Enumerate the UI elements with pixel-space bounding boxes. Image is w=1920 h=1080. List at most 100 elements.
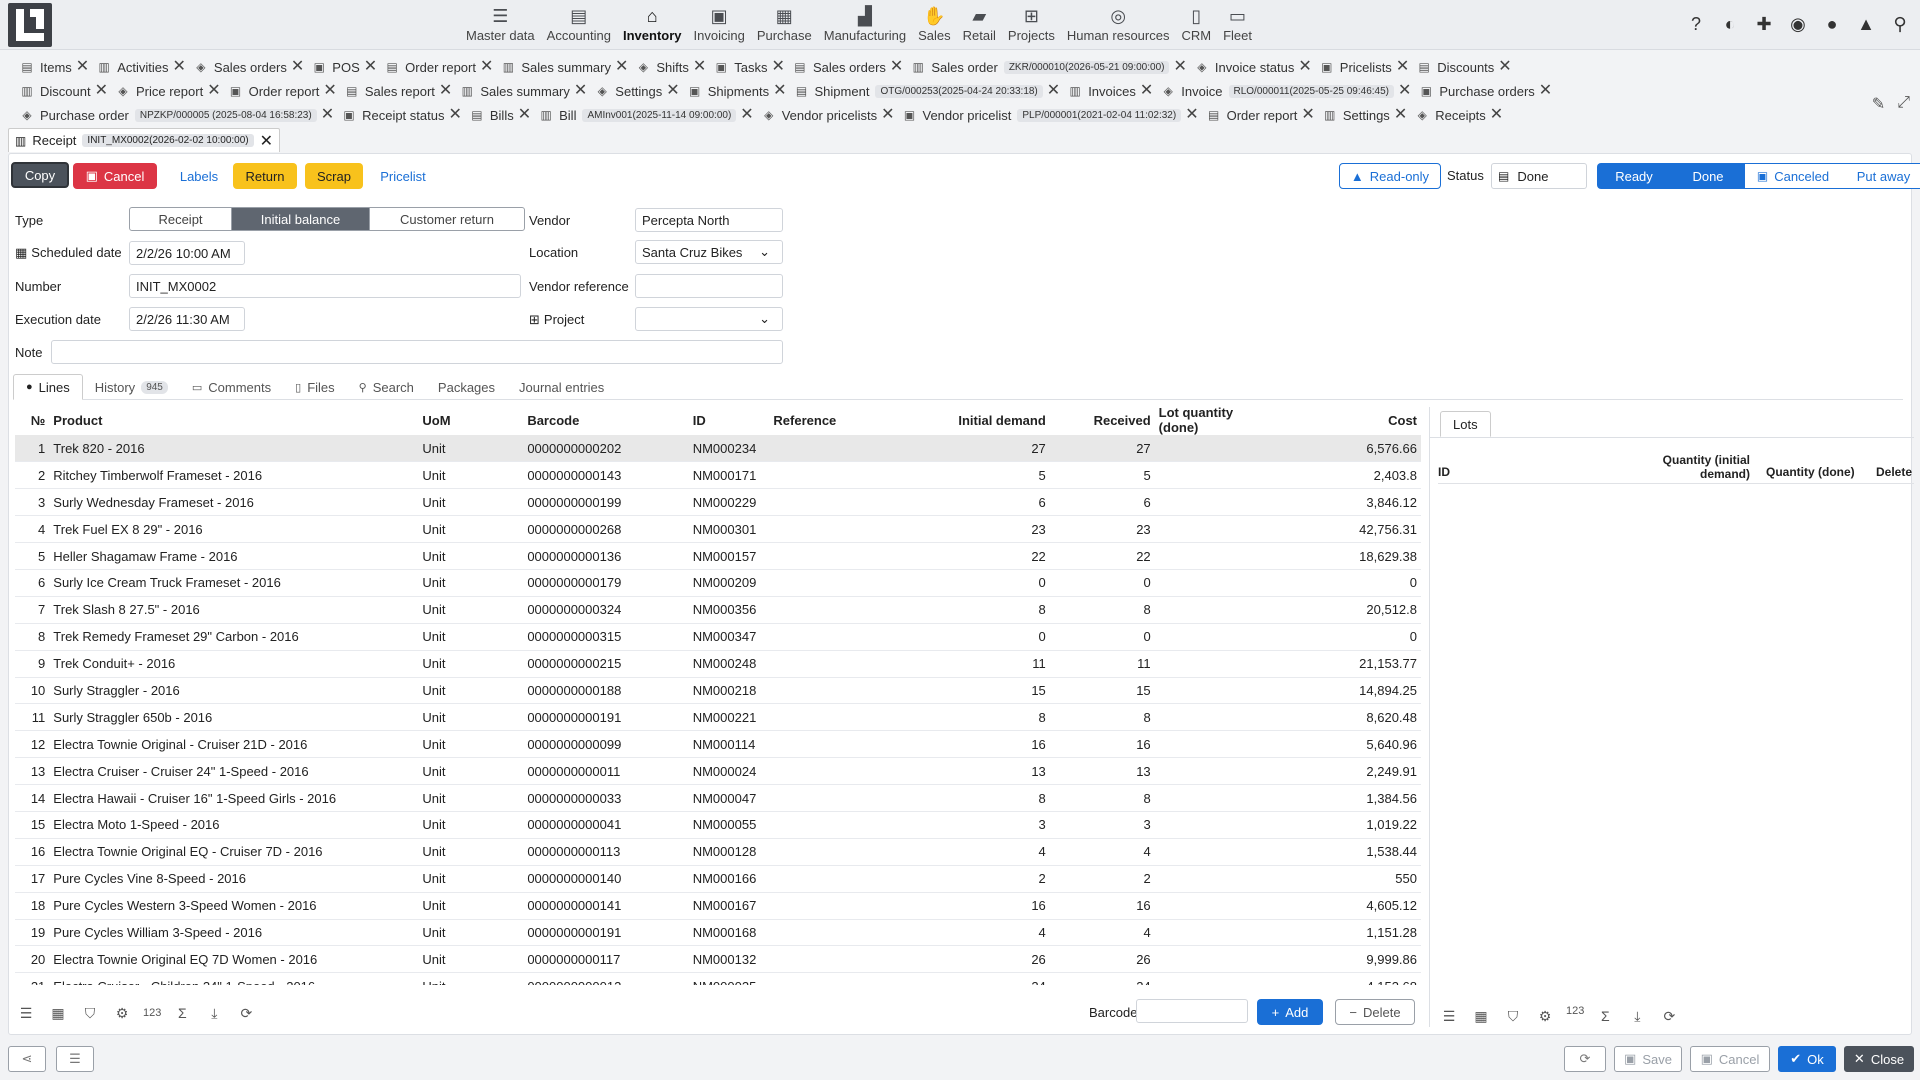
- table-row[interactable]: 17 Pure Cycles Vine 8-Speed - 2016 Unit 000…: [15, 865, 1421, 893]
- close-icon[interactable]: ✕: [448, 107, 461, 123]
- project-select[interactable]: ⌄: [635, 307, 783, 331]
- close-icon[interactable]: ✕: [1140, 83, 1153, 99]
- tab-order-report[interactable]: ▣ Order report ✕: [229, 83, 337, 99]
- tab-settings[interactable]: ▥ Settings ✕: [1323, 107, 1407, 123]
- tab-activities[interactable]: ▥ Activities ✕: [97, 59, 186, 75]
- close-icon[interactable]: ✕: [666, 83, 679, 99]
- tab-files[interactable]: ▯ Files: [283, 374, 347, 400]
- expand-icon[interactable]: ⤢: [1897, 94, 1910, 114]
- close-icon[interactable]: ✕: [1298, 59, 1311, 75]
- copy-button[interactable]: Copy: [11, 162, 69, 188]
- table-view-icon[interactable]: ▦: [1470, 1005, 1492, 1027]
- vendor-field[interactable]: Percepta North: [635, 208, 783, 232]
- close-icon[interactable]: ✕: [1396, 59, 1409, 75]
- pricelist-button[interactable]: Pricelist: [371, 163, 435, 189]
- tab-sales-report[interactable]: ▤ Sales report ✕: [345, 83, 452, 99]
- sum-icon[interactable]: Σ: [1594, 1005, 1616, 1027]
- tab-items[interactable]: ▤ Items ✕: [20, 59, 89, 75]
- tab-bills[interactable]: ▤ Bills ✕: [470, 107, 531, 123]
- filter-icon[interactable]: ⛉: [79, 1002, 101, 1024]
- tab-order-report[interactable]: ▤ Order report ✕: [385, 59, 494, 75]
- module-sales[interactable]: ✋ Sales: [912, 0, 957, 50]
- column-header-received[interactable]: Received: [1049, 405, 1155, 435]
- close-icon[interactable]: ✕: [1173, 59, 1186, 75]
- tab-receipts[interactable]: ◈ Receipts ✕: [1415, 107, 1504, 123]
- list-view-icon[interactable]: ☰: [1438, 1005, 1460, 1027]
- type-option-initial-balance[interactable]: Initial balance: [232, 208, 370, 230]
- ok-button[interactable]: ✔ Ok: [1778, 1046, 1836, 1072]
- close-icon[interactable]: ✕: [95, 83, 108, 99]
- table-row[interactable]: 21Electra Cruiser - Children 24" 1-Speed…: [15, 972, 1421, 985]
- table-row[interactable]: 20 Electra Townie Original EQ 7D Women - …: [15, 945, 1421, 974]
- table-row[interactable]: 13 Electra Cruiser - Cruiser 24" 1-Speed …: [15, 757, 1421, 786]
- module-crm[interactable]: ▯ CRM: [1175, 0, 1217, 50]
- tab-receipt-status[interactable]: ▣ Receipt status ✕: [342, 107, 461, 123]
- tab-lines[interactable]: ● Lines: [13, 374, 83, 400]
- tab-purchase-order[interactable]: ◈ Purchase order NPZKP/000005 (2025-08-04 …: [20, 107, 334, 123]
- barcode-input[interactable]: [1136, 999, 1248, 1023]
- column-header-reference[interactable]: Reference: [769, 405, 887, 435]
- module-inventory[interactable]: ⌂ Inventory: [617, 0, 688, 50]
- table-row[interactable]: 6 Surly Ice Cream Truck Frameset - 2016 Un…: [15, 569, 1421, 597]
- settings-gear-icon[interactable]: ⚙: [111, 1002, 133, 1024]
- table-row[interactable]: 4 Trek Fuel EX 8 29" - 2016 Unit 0000000000…: [15, 515, 1421, 544]
- close-icon[interactable]: ✕: [615, 59, 628, 75]
- note-field[interactable]: [51, 340, 783, 364]
- refresh-icon[interactable]: ⟳: [1658, 1005, 1680, 1027]
- module-retail[interactable]: ▰ Retail: [957, 0, 1002, 50]
- close-icon[interactable]: ✕: [173, 59, 186, 75]
- close-icon[interactable]: ✕: [1539, 83, 1552, 99]
- column-header-product[interactable]: Product: [49, 405, 419, 435]
- pin-icon[interactable]: ✚: [1752, 12, 1776, 36]
- table-row[interactable]: 19 Pure Cycles William 3-Speed - 2016 Unit…: [15, 919, 1421, 947]
- save-button[interactable]: ▣ Save: [1614, 1046, 1682, 1072]
- module-manufacturing[interactable]: ▟ Manufacturing: [818, 0, 912, 50]
- close-icon[interactable]: ✕: [1398, 83, 1411, 99]
- table-row[interactable]: 10 Surly Straggler - 2016 Unit 000000000018…: [15, 677, 1421, 705]
- reload-button[interactable]: ⟳: [1564, 1046, 1606, 1072]
- table-row[interactable]: 11 Surly Straggler 650b - 2016 Unit 0000000…: [15, 703, 1421, 732]
- close-icon[interactable]: ✕: [1498, 59, 1511, 75]
- tab-invoice[interactable]: ◈ Invoice RLO/000011(2025-05-25 09:46:45) ✕: [1161, 83, 1412, 99]
- tab-discount[interactable]: ▥ Discount ✕: [20, 83, 108, 99]
- close-icon[interactable]: ✕: [364, 59, 377, 75]
- add-line-button[interactable]: + Add: [1257, 999, 1323, 1025]
- table-row[interactable]: 3 Surly Wednesday Frameset - 2016 Unit 0000…: [15, 488, 1421, 517]
- tab-packages[interactable]: Packages: [426, 374, 507, 400]
- close-icon[interactable]: ✕: [890, 59, 903, 75]
- tab-settings[interactable]: ◈ Settings ✕: [595, 83, 680, 99]
- help-icon[interactable]: ?: [1684, 12, 1708, 36]
- close-icon[interactable]: ✕: [772, 59, 785, 75]
- close-icon[interactable]: ✕: [1490, 107, 1503, 123]
- stage-ready[interactable]: Ready: [1597, 163, 1671, 189]
- list-view-icon[interactable]: ☰: [15, 1002, 37, 1024]
- adjust-button[interactable]: ☰: [56, 1046, 94, 1072]
- close-button[interactable]: ✕ Close: [1844, 1046, 1914, 1072]
- close-icon[interactable]: ✕: [321, 107, 334, 123]
- table-row[interactable]: 14 Electra Hawaii - Cruiser 16" 1-Speed G…: [15, 784, 1421, 812]
- theme-contrast-icon[interactable]: ◐: [1718, 12, 1742, 36]
- tab-bill[interactable]: ▥ Bill AMInv001(2025-11-14 09:00:00) ✕: [539, 107, 753, 123]
- tab-shipments[interactable]: ▣ Shipments ✕: [688, 83, 787, 99]
- tab-price-report[interactable]: ◈ Price report ✕: [116, 83, 220, 99]
- cancel-button[interactable]: ▣ Cancel: [1690, 1046, 1770, 1072]
- tab-receipt-active[interactable]: ▥ Receipt INIT_MX0002(2026-02-02 10:00:0…: [8, 128, 281, 152]
- tab-purchase-orders[interactable]: ▣ Purchase orders ✕: [1419, 83, 1552, 99]
- labels-button[interactable]: Labels: [169, 163, 229, 189]
- stage-canceled[interactable]: ▣ Canceled: [1745, 163, 1841, 189]
- column-header-number[interactable]: №: [15, 405, 50, 435]
- module-human-resources[interactable]: ◎ Human resources: [1061, 0, 1176, 50]
- tab-search[interactable]: ⚲ Search: [347, 374, 426, 400]
- app-logo[interactable]: [8, 3, 52, 47]
- column-header-cost[interactable]: Cost: [1279, 405, 1421, 435]
- close-icon[interactable]: ✕: [881, 107, 894, 123]
- table-row[interactable]: 18 Pure Cycles Western 3-Speed Women - 20…: [15, 892, 1421, 920]
- eye-icon[interactable]: ◉: [1786, 12, 1810, 36]
- tab-discounts[interactable]: ▤ Discounts ✕: [1417, 59, 1512, 75]
- download-icon[interactable]: ⤓: [1626, 1005, 1648, 1027]
- close-icon[interactable]: ✕: [693, 59, 706, 75]
- tab-sales-summary[interactable]: ▥ Sales summary ✕: [460, 83, 588, 99]
- tab-history[interactable]: History 945: [83, 374, 180, 400]
- table-row[interactable]: 9 Trek Conduit+ - 2016 Unit 0000000000215 NM…: [15, 650, 1421, 678]
- tab-sales-orders[interactable]: ▤ Sales orders ✕: [793, 59, 903, 75]
